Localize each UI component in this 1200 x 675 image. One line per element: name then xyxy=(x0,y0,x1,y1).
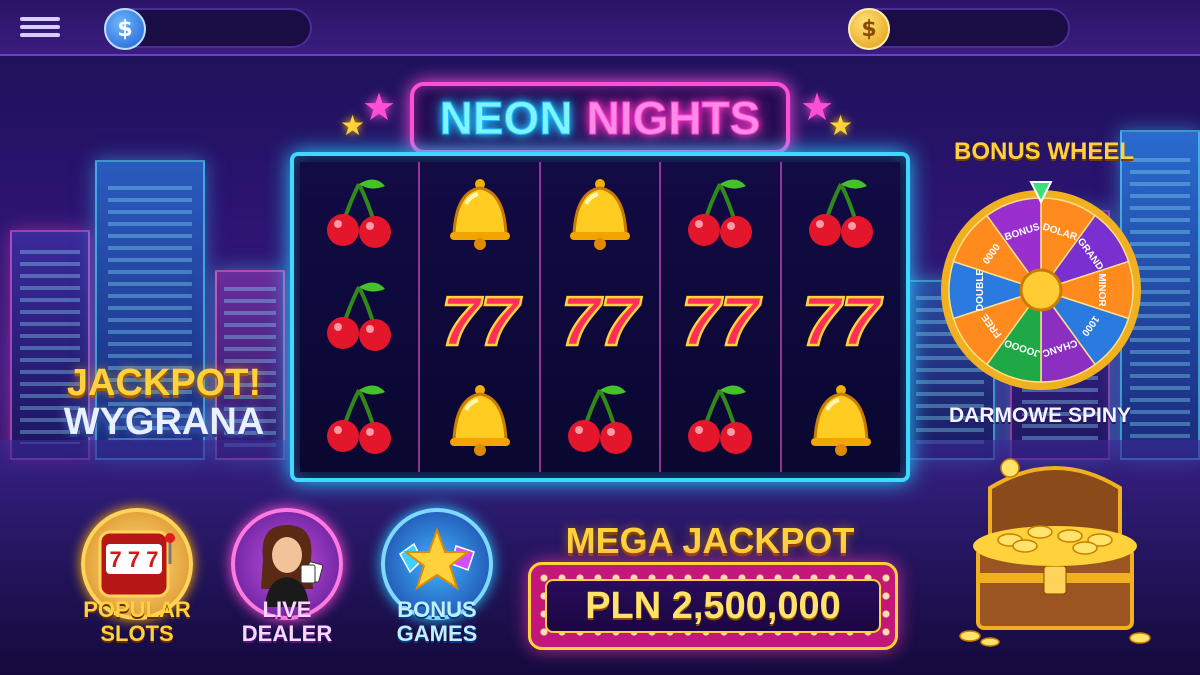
coin-balance-field[interactable]: $ xyxy=(848,8,1070,50)
live-dealer-label: LIVE DEALER xyxy=(241,597,333,646)
win-label: WYGRANA xyxy=(63,401,265,443)
cherry-symbol-icon xyxy=(309,166,409,262)
svg-text:77: 77 xyxy=(441,282,522,357)
seven-symbol-icon: 77 xyxy=(550,269,650,365)
bell-symbol-icon xyxy=(430,372,530,468)
slot-reels[interactable]: 77 77 77 77 xyxy=(290,152,910,482)
reel-4: 77 xyxy=(661,162,782,472)
jackpot-label: JACKPOT! xyxy=(66,362,262,404)
cherry-symbol-icon xyxy=(309,269,409,365)
wheel-segment-label: MINOR xyxy=(1096,273,1107,307)
free-spins-label[interactable]: DARMOWE SPINY xyxy=(930,404,1150,428)
bonus-games-button[interactable]: BONUS GAMES xyxy=(372,508,502,646)
gold-coin-icon: $ xyxy=(848,8,890,50)
popular-slots-label: POPULAR SLOTS xyxy=(83,597,191,646)
bell-symbol-icon xyxy=(430,166,530,262)
seven-symbol-icon: 77 xyxy=(791,269,891,365)
reel-3: 77 xyxy=(540,162,662,472)
wheel-segment-label: DOUBLE xyxy=(975,269,986,312)
slot-reel-sevens: 7 7 7 xyxy=(110,547,159,572)
bell-symbol-icon xyxy=(791,372,891,468)
game-title-part2: NIGHTS xyxy=(586,92,761,145)
bonus-wheel-title: BONUS WHEEL xyxy=(954,138,1134,165)
cherry-symbol-icon xyxy=(550,372,650,468)
gold-star-icon: ★ xyxy=(340,109,366,142)
wheel-hub xyxy=(1019,268,1063,312)
svg-text:77: 77 xyxy=(681,282,762,357)
bonus-wheel[interactable]: DOLARGRANDMINOR1000CHANCJOOOOFREEDOUBLE0… xyxy=(934,178,1148,392)
game-title-part1: NEON xyxy=(439,92,573,145)
popular-slots-button[interactable]: 7 7 7 POPULAR SLOTS xyxy=(72,508,202,646)
hamburger-menu-icon[interactable] xyxy=(20,13,60,43)
mega-jackpot-panel: PLN 2,500,000 xyxy=(528,562,898,650)
reel-5: 77 xyxy=(781,162,901,472)
cherry-symbol-icon xyxy=(309,372,409,468)
mega-jackpot-value: PLN 2,500,000 xyxy=(585,584,841,627)
seven-symbol-icon: 77 xyxy=(430,269,530,365)
cash-balance-field[interactable]: $ xyxy=(104,8,312,50)
treasure-chest-icon[interactable] xyxy=(950,448,1160,648)
svg-text:77: 77 xyxy=(802,282,883,357)
bonus-games-label: BONUS GAMES xyxy=(396,597,478,646)
seven-symbol-icon: 77 xyxy=(670,269,770,365)
top-bar: $ $ xyxy=(0,0,1200,56)
svg-text:77: 77 xyxy=(561,282,642,357)
mega-jackpot-title: MEGA JACKPOT xyxy=(565,520,855,561)
game-title-sign: NEON NIGHTS xyxy=(410,82,790,154)
reel-2: 77 xyxy=(420,162,541,472)
cherry-symbol-icon xyxy=(670,372,770,468)
cherry-symbol-icon xyxy=(670,166,770,262)
pink-star-icon: ★ xyxy=(362,85,397,129)
reel-1 xyxy=(300,162,421,472)
cherry-symbol-icon xyxy=(791,166,891,262)
jackpot-win-banner: JACKPOT! WYGRANA xyxy=(48,362,280,444)
live-dealer-button[interactable]: LIVE DEALER xyxy=(222,508,352,646)
bell-symbol-icon xyxy=(550,166,650,262)
dollar-coin-icon: $ xyxy=(104,8,146,50)
gold-star-icon: ★ xyxy=(828,109,854,142)
